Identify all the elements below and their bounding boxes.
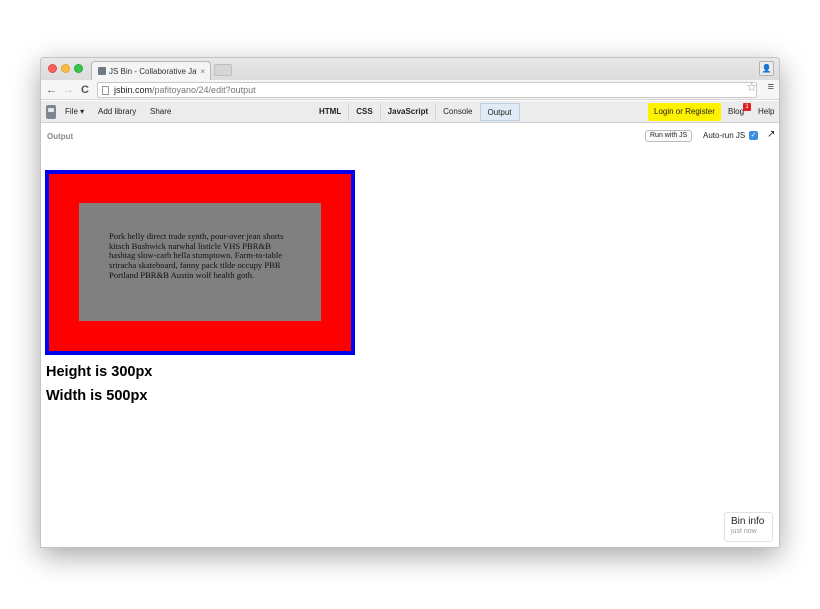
hamburger-menu-icon[interactable]: ≡ [768,81,774,93]
bin-info-title: Bin info [731,516,765,527]
output-header: Output Run with JS Auto-run JS ✓ ↗ [41,124,779,146]
reload-icon[interactable]: C [81,82,89,98]
width-heading: Width is 500px [46,388,148,404]
url-path: /pafitoyano/24/edit?output [152,85,256,95]
forward-arrow-icon[interactable]: → [63,82,74,98]
share-button[interactable]: Share [150,101,171,123]
output-preview: Pork belly direct trade synth, pour-over… [41,146,779,547]
red-box: Pork belly direct trade synth, pour-over… [49,174,351,351]
address-bar: ← → C jsbin.com/pafitoyano/24/edit?outpu… [41,80,779,100]
help-link[interactable]: Help [758,101,774,123]
height-heading: Height is 300px [46,364,153,380]
bookmark-star-icon[interactable]: ☆ [746,80,757,94]
run-with-js-button[interactable]: Run with JS [645,130,693,142]
profile-icon[interactable]: 👤 [759,61,774,76]
tab-console[interactable]: Console [435,103,479,121]
maximize-window-button[interactable] [74,64,83,73]
content-box: Pork belly direct trade synth, pour-over… [79,203,321,321]
file-menu[interactable]: File ▾ [65,101,84,123]
jsbin-toolbar: File ▾ Add library Share HTML CSS JavaSc… [41,101,779,123]
add-library-button[interactable]: Add library [98,101,136,123]
outer-blue-box: Pork belly direct trade synth, pour-over… [45,170,355,355]
tab-html[interactable]: HTML [312,103,348,121]
minimize-window-button[interactable] [61,64,70,73]
bin-info-time: just now [731,528,757,535]
blog-link[interactable]: Blog [728,101,744,123]
tab-javascript[interactable]: JavaScript [379,103,435,121]
autorun-label: Auto-run JS [703,131,746,140]
tab-close-icon[interactable]: × [200,67,205,76]
tab-strip: JS Bin - Collaborative Jav × 👤 [41,58,779,80]
tab-title: JS Bin - Collaborative Jav [109,66,198,76]
browser-tab[interactable]: JS Bin - Collaborative Jav × [91,61,211,80]
jsbin-logo-icon[interactable] [46,105,56,119]
blog-notification-badge: 1 [743,103,751,111]
login-register-button[interactable]: Login or Register [648,103,721,121]
new-tab-button[interactable] [214,64,232,76]
output-panel-title: Output [47,132,74,141]
close-window-button[interactable] [48,64,57,73]
tab-css[interactable]: CSS [348,103,379,121]
url-input[interactable]: jsbin.com/pafitoyano/24/edit?output [97,82,757,98]
tab-output[interactable]: Output [479,103,520,121]
autorun-checkbox[interactable]: ✓ [749,131,758,140]
jsbin-favicon-icon [98,67,106,75]
url-host: jsbin.com [114,85,153,95]
popout-arrow-icon[interactable]: ↗ [767,129,775,140]
bin-info-button[interactable]: Bin info just now [724,512,773,542]
panel-tabs: HTML CSS JavaScript Console Output [312,103,520,121]
browser-window: JS Bin - Collaborative Jav × 👤 ← → C jsb… [40,57,780,548]
page-icon [102,85,109,95]
back-arrow-icon[interactable]: ← [46,82,57,98]
content-paragraph: Pork belly direct trade synth, pour-over… [109,231,284,280]
